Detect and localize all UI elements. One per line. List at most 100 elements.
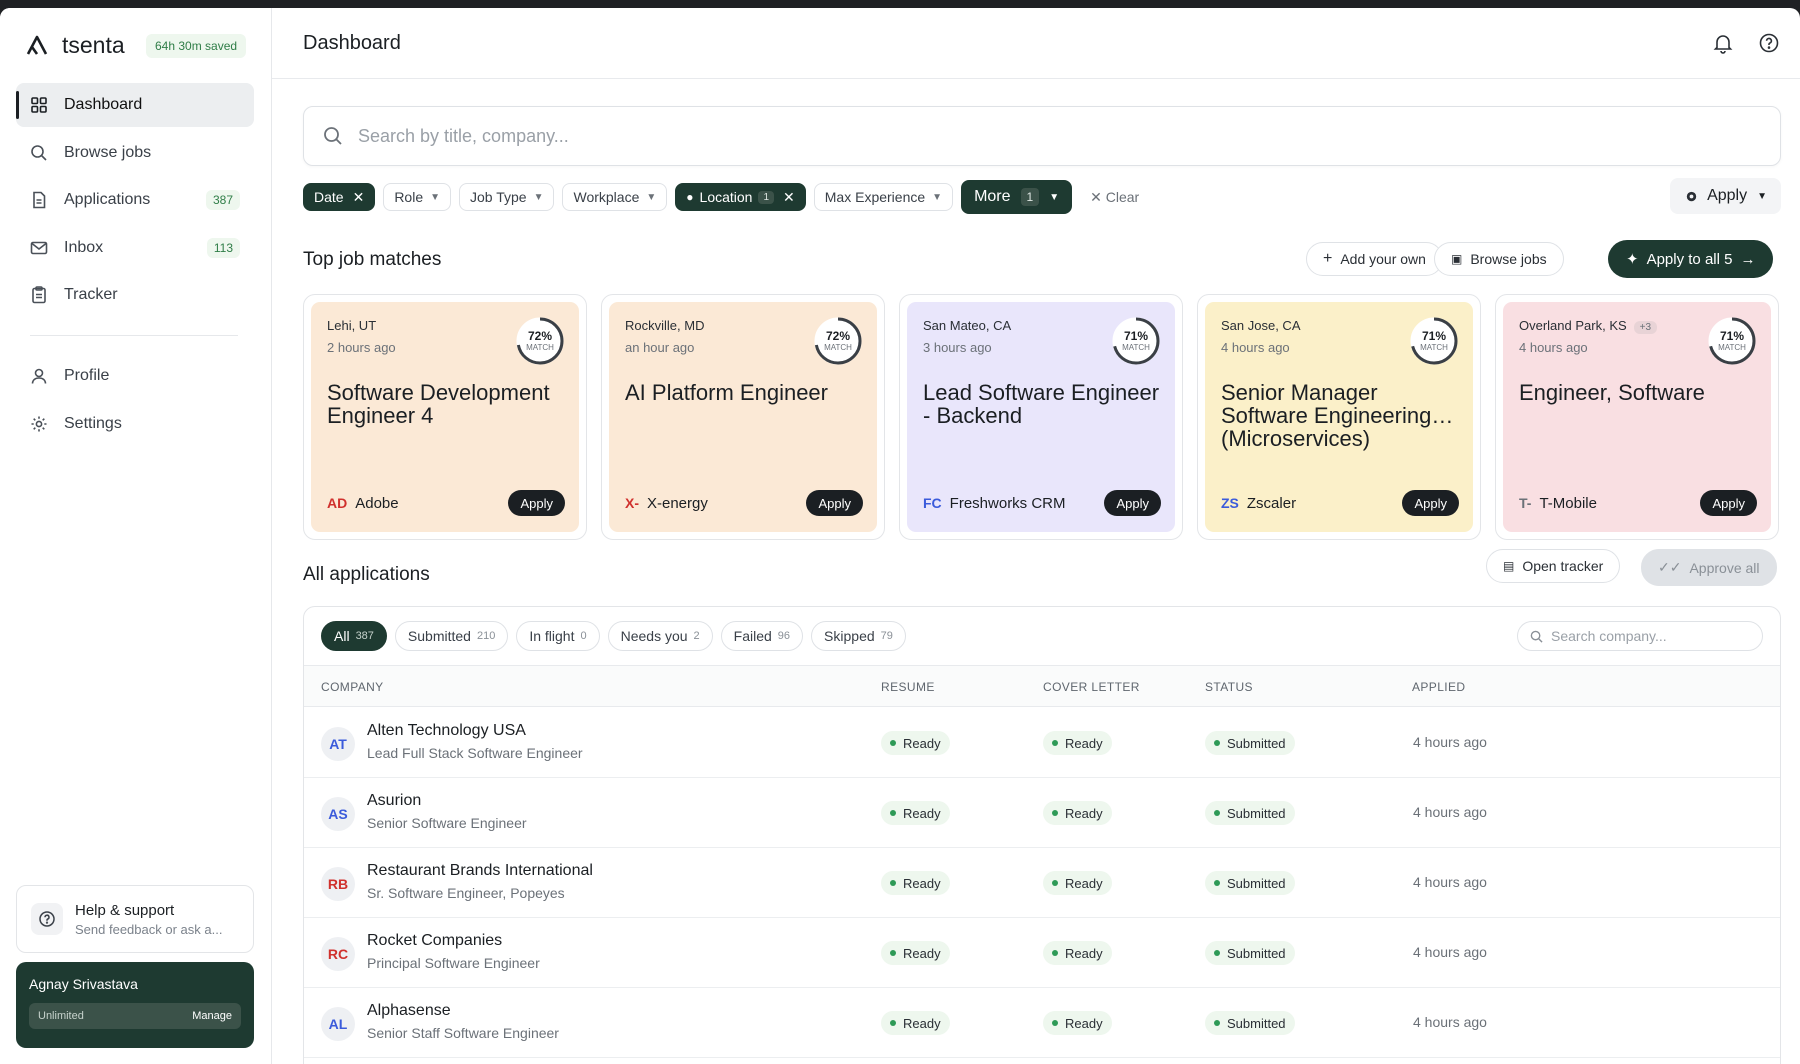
arrow-right-icon: → xyxy=(1740,250,1756,268)
company-search-input[interactable]: Search company... xyxy=(1517,621,1763,651)
filter-location[interactable]: ● Location 1 ✕ xyxy=(675,183,806,211)
close-icon[interactable]: ✕ xyxy=(353,189,365,206)
help-icon[interactable] xyxy=(1758,32,1780,54)
filter-workplace[interactable]: Workplace ▼ xyxy=(562,183,668,211)
filter-max-experience-label: Max Experience xyxy=(824,189,926,205)
tab-all[interactable]: All 387 xyxy=(321,621,387,651)
tab-in-flight[interactable]: In flight 0 xyxy=(516,621,600,651)
top-bar: Dashboard xyxy=(272,8,1800,79)
chevron-down-icon: ▼ xyxy=(646,191,657,203)
brand[interactable]: tsenta xyxy=(26,30,125,60)
chevron-down-icon: ▼ xyxy=(1757,190,1767,202)
match-score-ring: 71% MATCH xyxy=(1409,316,1459,366)
job-card-footer: X- X-energy Apply xyxy=(625,490,863,516)
apply-button[interactable]: Apply xyxy=(806,490,863,516)
sparkle-icon: ✦ xyxy=(1626,251,1639,268)
cover-letter-status-badge[interactable]: Ready xyxy=(1043,1011,1112,1035)
filter-more[interactable]: More 1 ▼ xyxy=(961,180,1073,214)
job-card[interactable]: Lehi, UT 2 hours ago Software Developmen… xyxy=(303,294,587,540)
table-row[interactable]: RC Rocket Companies Principal Software E… xyxy=(304,918,1780,988)
close-icon[interactable]: ✕ xyxy=(783,189,795,206)
match-score-ring: 72% MATCH xyxy=(813,316,863,366)
match-percent: 72% xyxy=(825,329,851,343)
job-card[interactable]: Rockville, MD an hour ago AI Platform En… xyxy=(601,294,885,540)
resume-status-badge[interactable]: Ready xyxy=(881,941,950,965)
table-row[interactable]: AT Alten Technology USA Lead Full Stack … xyxy=(304,708,1780,778)
company-name[interactable]: Alphasense xyxy=(367,1002,451,1020)
company-logo: FC xyxy=(923,495,942,511)
tab-skipped[interactable]: Skipped 79 xyxy=(811,621,906,651)
user-icon xyxy=(31,368,47,384)
tab-count: 79 xyxy=(880,630,893,642)
sidebar-item-label: Dashboard xyxy=(64,96,143,113)
company-name[interactable]: Rocket Companies xyxy=(367,932,502,950)
plus-icon: + xyxy=(1323,250,1333,267)
status-badge: Submitted xyxy=(1205,941,1295,965)
apply-button[interactable]: Apply xyxy=(508,490,565,516)
filter-role-label: Role xyxy=(394,189,424,205)
filter-role[interactable]: Role ▼ xyxy=(383,183,452,211)
company-name[interactable]: Alten Technology USA xyxy=(367,722,526,740)
cover-letter-status-badge[interactable]: Ready xyxy=(1043,731,1112,755)
sidebar-item-browse-jobs[interactable]: Browse jobs xyxy=(16,131,254,175)
approve-all-button[interactable]: ✓✓ Approve all xyxy=(1641,549,1777,586)
open-tracker-button[interactable]: ▤ Open tracker xyxy=(1486,549,1621,583)
bell-icon[interactable] xyxy=(1712,32,1734,54)
col-cover-letter: COVER LETTER xyxy=(1043,680,1140,694)
apply-button[interactable]: Apply xyxy=(1402,490,1459,516)
job-card[interactable]: San Mateo, CA 3 hours ago Lead Software … xyxy=(899,294,1183,540)
job-search-bar[interactable]: Search by title, company... xyxy=(303,106,1781,166)
resume-status-badge[interactable]: Ready xyxy=(881,731,950,755)
add-your-own-button[interactable]: + Add your own xyxy=(1306,242,1443,276)
manage-button[interactable]: Manage xyxy=(192,1010,232,1022)
match-label: MATCH xyxy=(1420,343,1448,352)
browse-jobs-button[interactable]: ▣ Browse jobs xyxy=(1434,242,1564,276)
job-card[interactable]: San Jose, CA 4 hours ago Senior Manager … xyxy=(1197,294,1481,540)
sidebar-item-tracker[interactable]: Tracker xyxy=(16,273,254,317)
job-card-footer: FC Freshworks CRM Apply xyxy=(923,490,1161,516)
sidebar-item-settings[interactable]: Settings xyxy=(16,402,254,446)
company-name[interactable]: Asurion xyxy=(367,792,421,810)
filter-date[interactable]: Date ✕ xyxy=(303,183,376,211)
help-support-card[interactable]: Help & support Send feedback or ask a... xyxy=(16,885,254,953)
tab-submitted[interactable]: Submitted 210 xyxy=(394,621,509,651)
match-percent: 71% xyxy=(1123,329,1149,343)
filter-job-type[interactable]: Job Type ▼ xyxy=(459,183,555,211)
clear-filters-button[interactable]: ✕ Clear xyxy=(1090,189,1139,206)
cover-letter-status-badge[interactable]: Ready xyxy=(1043,871,1112,895)
company-logo: AD xyxy=(327,495,348,511)
apply-button[interactable]: Apply xyxy=(1700,490,1757,516)
apply-settings-button[interactable]: Apply ▼ xyxy=(1670,178,1781,214)
resume-status-badge[interactable]: Ready xyxy=(881,871,950,895)
applied-time: 4 hours ago xyxy=(1413,734,1487,750)
table-row[interactable]: AS Asurion Senior Software Engineer Read… xyxy=(304,778,1780,848)
job-card-body: Lehi, UT 2 hours ago Software Developmen… xyxy=(311,302,579,532)
sidebar-item-inbox[interactable]: Inbox 113 xyxy=(16,226,254,270)
job-card[interactable]: Overland Park, KS +3 4 hours ago Engineer… xyxy=(1495,294,1779,540)
table-row[interactable]: AL Alphasense Senior Staff Software Engi… xyxy=(304,988,1780,1058)
filter-max-experience[interactable]: Max Experience ▼ xyxy=(813,183,954,211)
match-label: MATCH xyxy=(824,343,852,352)
table-row[interactable]: RB Restaurant Brands International Sr. S… xyxy=(304,848,1780,918)
resume-status-badge[interactable]: Ready xyxy=(881,1011,950,1035)
search-input[interactable]: Search by title, company... xyxy=(358,126,569,147)
job-role: Senior Staff Software Engineer xyxy=(367,1025,559,1041)
sidebar-item-profile[interactable]: Profile xyxy=(16,354,254,398)
cover-letter-status-badge[interactable]: Ready xyxy=(1043,801,1112,825)
sidebar-item-applications[interactable]: Applications 387 xyxy=(16,178,254,222)
col-applied: APPLIED xyxy=(1412,680,1466,694)
apply-settings-label: Apply xyxy=(1707,187,1748,204)
cover-letter-status-badge[interactable]: Ready xyxy=(1043,941,1112,965)
company-name[interactable]: Restaurant Brands International xyxy=(367,862,593,880)
search-icon xyxy=(1530,630,1543,643)
tab-needs-you[interactable]: Needs you 2 xyxy=(607,621,713,651)
apply-to-all-button[interactable]: ✦ Apply to all 5 → xyxy=(1608,240,1774,278)
resume-status-badge[interactable]: Ready xyxy=(881,801,950,825)
page-title: Dashboard xyxy=(303,31,401,54)
tab-label: Needs you xyxy=(620,628,688,644)
job-title: Engineer, Software xyxy=(1519,380,1705,405)
nav-divider xyxy=(30,335,238,336)
apply-button[interactable]: Apply xyxy=(1104,490,1161,516)
tab-failed[interactable]: Failed 96 xyxy=(720,621,804,651)
sidebar-item-dashboard[interactable]: Dashboard xyxy=(16,83,254,127)
